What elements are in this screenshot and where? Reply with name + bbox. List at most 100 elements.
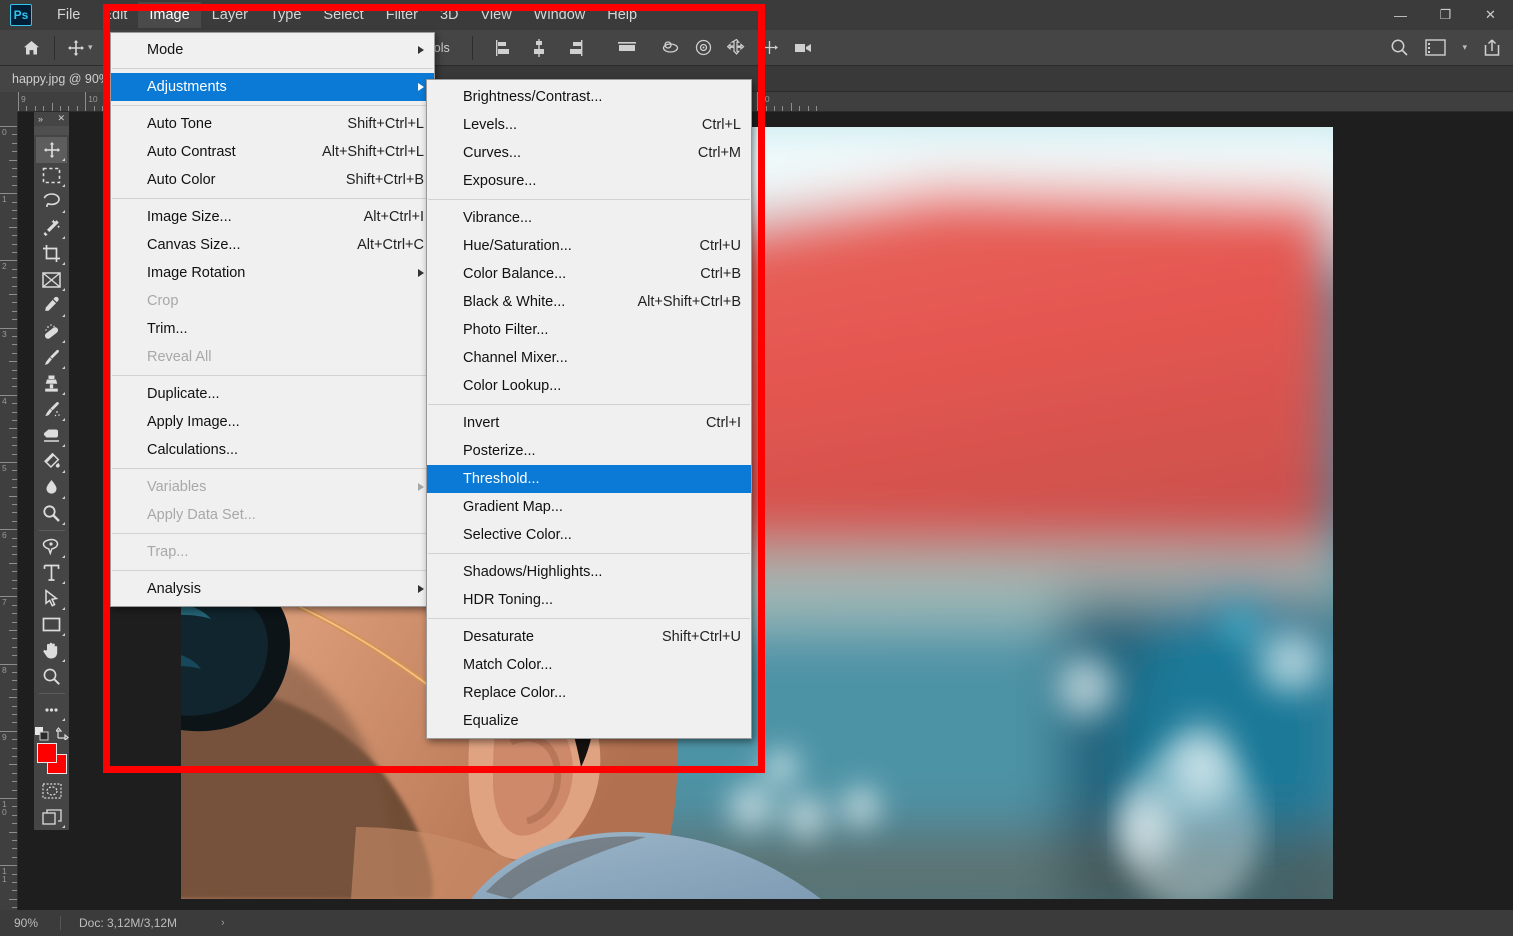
menu-type[interactable]: Type	[259, 2, 312, 28]
menu-item-gradient-map[interactable]: Gradient Map...	[427, 493, 751, 521]
menu-item-adjustments[interactable]: Adjustments	[111, 73, 434, 101]
tools-panel-grip[interactable]	[34, 126, 69, 135]
menu-help[interactable]: Help	[596, 2, 648, 28]
slide-3d-icon[interactable]	[760, 38, 779, 57]
pen-tool[interactable]	[36, 534, 67, 560]
hand-tool[interactable]	[36, 638, 67, 664]
edit-toolbar-tool[interactable]	[36, 697, 67, 723]
menu-item-auto-contrast[interactable]: Auto ContrastAlt+Shift+Ctrl+L	[111, 138, 434, 166]
align-horizontal-centers-icon[interactable]	[529, 38, 549, 58]
move-tool[interactable]	[36, 137, 67, 163]
menu-item-invert[interactable]: InvertCtrl+I	[427, 409, 751, 437]
dodge-tool[interactable]	[36, 501, 67, 527]
menu-item-vibrance[interactable]: Vibrance...	[427, 204, 751, 232]
menu-item-selective-color[interactable]: Selective Color...	[427, 521, 751, 549]
menu-item-equalize[interactable]: Equalize	[427, 707, 751, 735]
align-left-edges-icon[interactable]	[493, 38, 513, 58]
status-expand-icon[interactable]: ›	[177, 917, 225, 929]
rectangle-tool[interactable]	[36, 612, 67, 638]
menu-filter[interactable]: Filter	[375, 2, 429, 28]
lasso-tool[interactable]	[36, 189, 67, 215]
eyedropper-tool[interactable]	[36, 293, 67, 319]
brush-tool[interactable]	[36, 345, 67, 371]
close-icon[interactable]: ✕	[57, 113, 65, 124]
menu-item-levels[interactable]: Levels...Ctrl+L	[427, 111, 751, 139]
menu-item-hue-saturation[interactable]: Hue/Saturation...Ctrl+U	[427, 232, 751, 260]
search-icon[interactable]	[1390, 38, 1409, 57]
align-right-edges-icon[interactable]	[565, 38, 585, 58]
menu-window[interactable]: Window	[523, 2, 597, 28]
menu-item-auto-color[interactable]: Auto ColorShift+Ctrl+B	[111, 166, 434, 194]
maximize-button[interactable]: ❐	[1423, 0, 1468, 30]
menu-item-curves[interactable]: Curves...Ctrl+M	[427, 139, 751, 167]
gradient-tool[interactable]	[36, 449, 67, 475]
orbit-3d-icon[interactable]	[661, 38, 680, 57]
adjustments-submenu-dropdown[interactable]: Brightness/Contrast...Levels...Ctrl+LCur…	[426, 79, 752, 739]
menu-image[interactable]: Image	[138, 2, 200, 28]
move-tool-icon[interactable]: ▾	[61, 35, 99, 61]
home-icon[interactable]	[14, 33, 48, 63]
menu-item-exposure[interactable]: Exposure...	[427, 167, 751, 195]
menu-item-black-white[interactable]: Black & White...Alt+Shift+Ctrl+B	[427, 288, 751, 316]
menu-item-posterize[interactable]: Posterize...	[427, 437, 751, 465]
path-selection-tool[interactable]	[36, 586, 67, 612]
quick-mask-icon[interactable]	[36, 778, 67, 804]
menu-item-canvas-size[interactable]: Canvas Size...Alt+Ctrl+C	[111, 231, 434, 259]
menu-item-color-balance[interactable]: Color Balance...Ctrl+B	[427, 260, 751, 288]
menu-item-hdr-toning[interactable]: HDR Toning...	[427, 586, 751, 614]
rectangular-marquee-tool[interactable]	[36, 163, 67, 189]
vertical-ruler[interactable]: 01234567891 01 1	[0, 112, 18, 910]
chevron-down-icon[interactable]: ▾	[1462, 42, 1467, 53]
share-icon[interactable]	[1483, 38, 1501, 57]
menu-item-image-size[interactable]: Image Size...Alt+Ctrl+I	[111, 203, 434, 231]
zoom-tool[interactable]	[36, 664, 67, 690]
menu-item-channel-mixer[interactable]: Channel Mixer...	[427, 344, 751, 372]
menu-item-image-rotation[interactable]: Image Rotation	[111, 259, 434, 287]
align-top-edges-icon[interactable]	[615, 38, 639, 58]
menu-item-replace-color[interactable]: Replace Color...	[427, 679, 751, 707]
menu-item-shadows-highlights[interactable]: Shadows/Highlights...	[427, 558, 751, 586]
menu-item-match-color[interactable]: Match Color...	[427, 651, 751, 679]
menu-item-auto-tone[interactable]: Auto ToneShift+Ctrl+L	[111, 110, 434, 138]
double-chevron-right-icon[interactable]: »	[38, 114, 43, 124]
crop-tool[interactable]	[36, 241, 67, 267]
image-menu-dropdown[interactable]: ModeAdjustmentsAuto ToneShift+Ctrl+LAuto…	[110, 32, 435, 607]
menu-item-trim[interactable]: Trim...	[111, 315, 434, 343]
workspace-icon[interactable]	[1425, 39, 1446, 56]
swap-colors-icon[interactable]	[56, 727, 69, 740]
minimize-button[interactable]: —	[1378, 0, 1423, 30]
clone-stamp-tool[interactable]	[36, 371, 67, 397]
close-button[interactable]: ✕	[1468, 0, 1513, 30]
menu-view[interactable]: View	[470, 2, 523, 28]
roll-3d-icon[interactable]	[694, 38, 713, 57]
spot-healing-brush-tool[interactable]	[36, 319, 67, 345]
eraser-tool[interactable]	[36, 423, 67, 449]
menu-item-mode[interactable]: Mode	[111, 36, 434, 64]
pan-3d-icon[interactable]	[727, 38, 746, 57]
frame-tool[interactable]	[36, 267, 67, 293]
menu-item-brightness-contrast[interactable]: Brightness/Contrast...	[427, 83, 751, 111]
zoom-level[interactable]: 90%	[0, 916, 60, 930]
menu-edit[interactable]: Edit	[91, 2, 138, 28]
camera-3d-icon[interactable]	[793, 39, 814, 56]
horizontal-type-tool[interactable]	[36, 560, 67, 586]
menu-item-apply-image[interactable]: Apply Image...	[111, 408, 434, 436]
menu-3d[interactable]: 3D	[429, 2, 470, 28]
menu-file[interactable]: File	[46, 2, 91, 28]
chevron-down-icon[interactable]: ▾	[88, 42, 93, 53]
menu-item-calculations[interactable]: Calculations...	[111, 436, 434, 464]
menu-layer[interactable]: Layer	[201, 2, 259, 28]
menu-item-color-lookup[interactable]: Color Lookup...	[427, 372, 751, 400]
foreground-color-swatch[interactable]	[37, 743, 57, 763]
menu-select[interactable]: Select	[312, 2, 374, 28]
menu-item-photo-filter[interactable]: Photo Filter...	[427, 316, 751, 344]
default-colors-icon[interactable]	[35, 727, 49, 741]
menu-item-duplicate[interactable]: Duplicate...	[111, 380, 434, 408]
screen-mode-icon[interactable]	[36, 804, 67, 830]
menu-item-analysis[interactable]: Analysis	[111, 575, 434, 603]
menu-item-desaturate[interactable]: DesaturateShift+Ctrl+U	[427, 623, 751, 651]
menu-item-threshold[interactable]: Threshold...	[427, 465, 751, 493]
history-brush-tool[interactable]	[36, 397, 67, 423]
blur-tool[interactable]	[36, 475, 67, 501]
document-tab[interactable]: happy.jpg @ 90%	[0, 66, 123, 92]
